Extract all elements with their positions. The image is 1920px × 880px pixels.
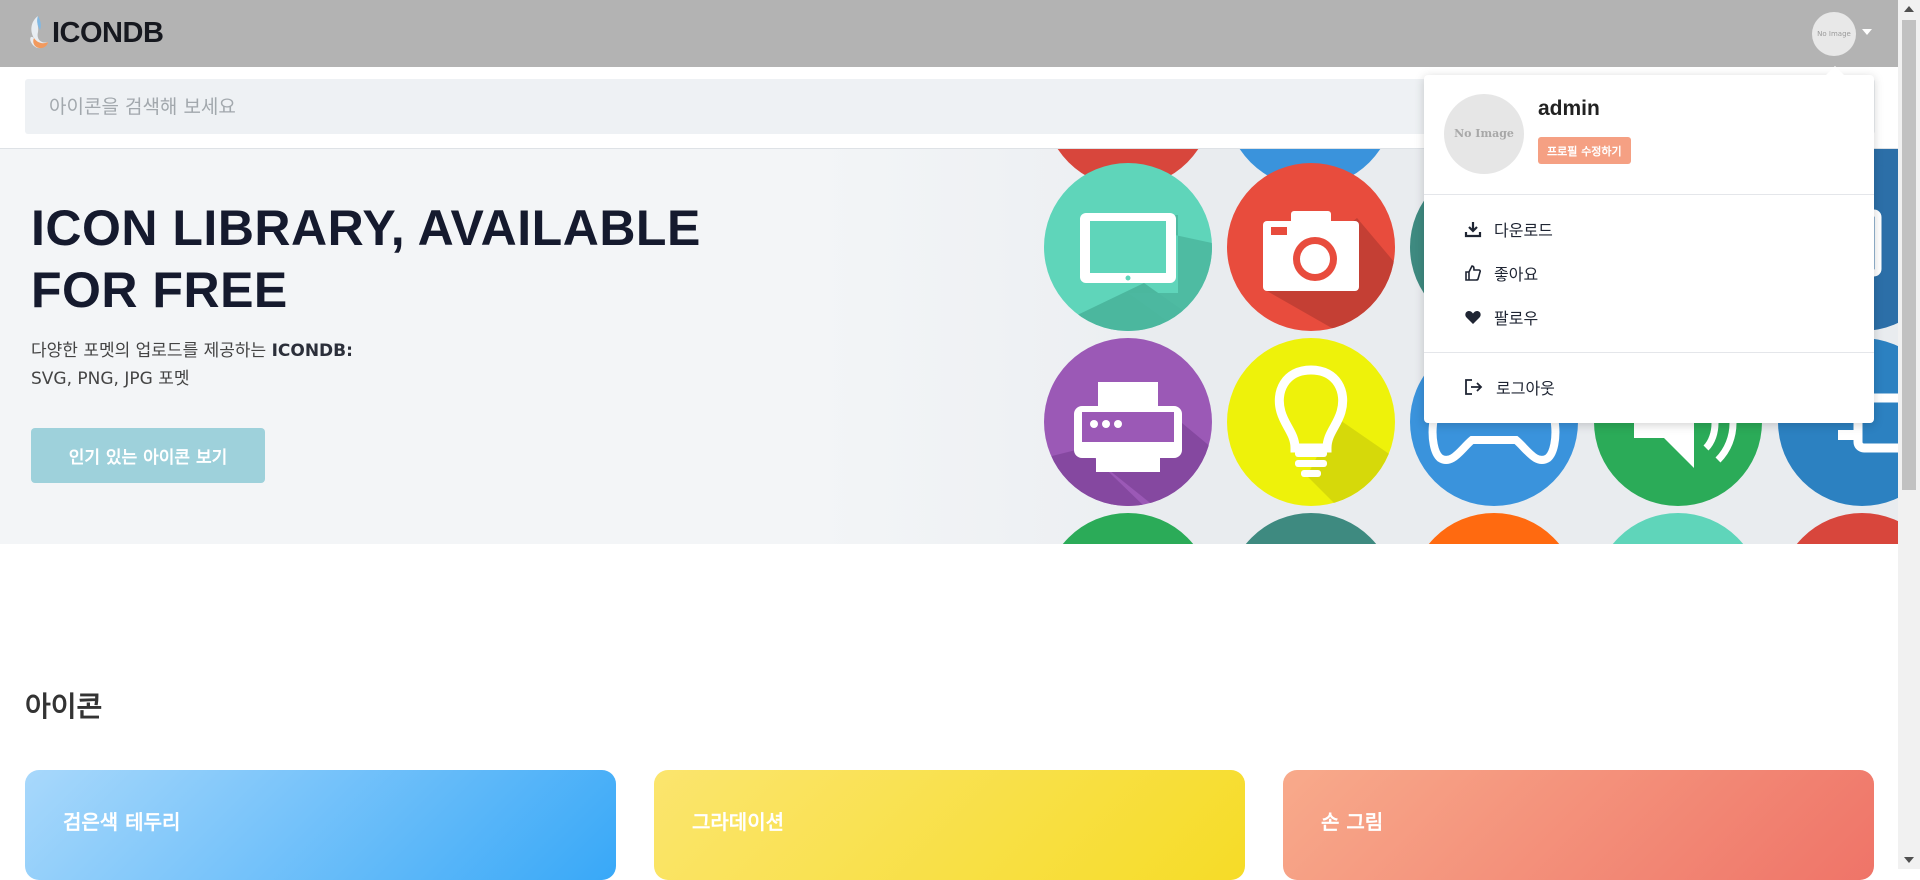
logo[interactable]: ICONDB bbox=[26, 10, 164, 56]
printer-icon bbox=[1044, 338, 1212, 506]
page-scrollbar[interactable] bbox=[1898, 0, 1920, 869]
category-card-gradient[interactable]: 그라데이션 bbox=[654, 770, 1245, 880]
menu-item-label: 로그아웃 bbox=[1496, 379, 1555, 398]
menu-item-label: 좋아요 bbox=[1494, 265, 1539, 284]
edit-profile-button[interactable]: 프로필 수정하기 bbox=[1538, 137, 1631, 164]
camera-icon bbox=[1227, 163, 1395, 331]
menu-item-likes[interactable]: 좋아요 bbox=[1464, 255, 1844, 291]
chevron-down-icon[interactable] bbox=[1862, 29, 1872, 35]
lightbulb-icon bbox=[1227, 338, 1395, 506]
menu-item-download[interactable]: 다운로드 bbox=[1464, 211, 1844, 247]
menu-item-label: 다운로드 bbox=[1494, 221, 1553, 240]
logo-text: ICONDB bbox=[52, 16, 164, 49]
menu-divider bbox=[1424, 352, 1874, 353]
user-dropdown-menu: No Image admin 프로필 수정하기 다운로드 좋아요 팔로우 로그아… bbox=[1424, 66, 1874, 423]
avatar[interactable]: No Image bbox=[1812, 12, 1856, 56]
menu-item-follow[interactable]: 팔로우 bbox=[1464, 299, 1844, 335]
thumbs-up-icon bbox=[1465, 265, 1481, 281]
section-title: 아이콘 bbox=[25, 690, 103, 723]
popular-icons-button[interactable]: 인기 있는 아이콘 보기 bbox=[31, 428, 265, 483]
download-icon bbox=[1464, 222, 1482, 238]
menu-item-label: 팔로우 bbox=[1494, 309, 1539, 328]
avatar-placeholder-text: No Image bbox=[1817, 30, 1851, 38]
hero-subtitle-prefix: 다양한 포멧의 업로드를 제공하는 bbox=[31, 341, 272, 361]
hero-subtitle: 다양한 포멧의 업로드를 제공하는 ICONDB: SVG, PNG, JPG … bbox=[31, 337, 353, 393]
category-card-outline[interactable]: 검은색 테두리 bbox=[25, 770, 616, 880]
category-card-label: 검은색 테두리 bbox=[63, 810, 181, 834]
top-navbar: ICONDB No Image bbox=[0, 0, 1898, 67]
hero-title: ICON LIBRARY, AVAILABLE FOR FREE bbox=[31, 200, 701, 318]
scrollbar-thumb[interactable] bbox=[1902, 20, 1916, 490]
logo-mark-icon bbox=[26, 14, 50, 52]
menu-divider bbox=[1424, 194, 1874, 195]
profile-avatar: No Image bbox=[1444, 94, 1524, 174]
hero-subtitle-formats: SVG, PNG, JPG 포멧 bbox=[31, 369, 190, 389]
menu-item-logout[interactable]: 로그아웃 bbox=[1464, 369, 1844, 405]
hero-subtitle-brand: ICONDB: bbox=[271, 341, 353, 361]
scroll-down-arrow-icon[interactable] bbox=[1904, 857, 1914, 863]
category-card-label: 그라데이션 bbox=[692, 810, 784, 834]
logout-icon bbox=[1465, 379, 1483, 395]
category-card-hand-drawn[interactable]: 손 그림 bbox=[1283, 770, 1874, 880]
scroll-up-arrow-icon[interactable] bbox=[1904, 6, 1914, 12]
category-card-label: 손 그림 bbox=[1321, 810, 1384, 834]
tablet-icon bbox=[1044, 163, 1212, 331]
heart-icon bbox=[1465, 310, 1481, 324]
profile-avatar-text: No Image bbox=[1454, 127, 1514, 140]
profile-username: admin bbox=[1538, 97, 1600, 120]
